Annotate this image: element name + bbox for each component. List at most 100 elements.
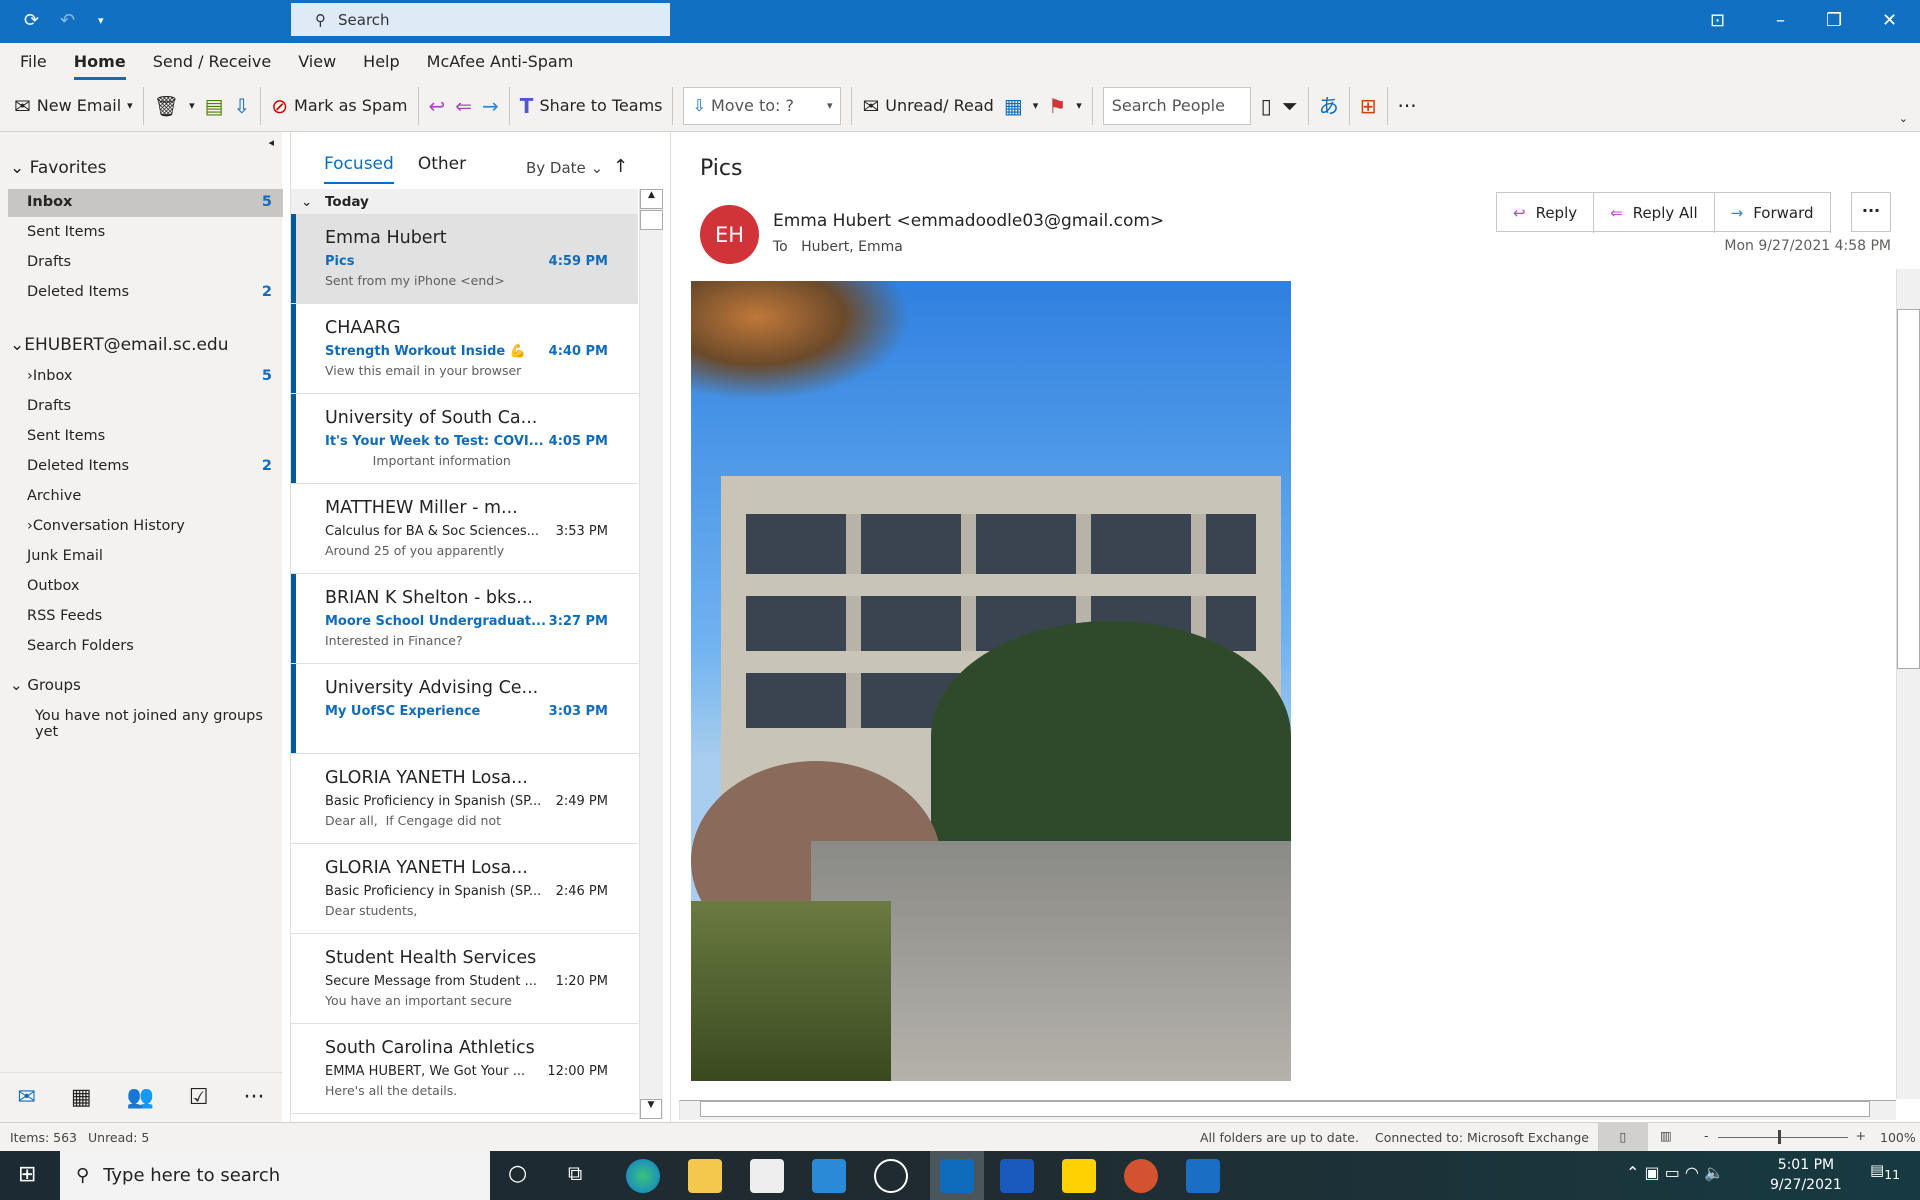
categorize-icon[interactable]: ▦ — [1004, 96, 1023, 116]
tab-file[interactable]: File — [20, 52, 47, 71]
sort-direction-icon[interactable]: ↑ — [613, 156, 628, 177]
sticky-notes-icon[interactable] — [1062, 1159, 1096, 1193]
cortana-icon[interactable]: ○ — [508, 1161, 527, 1186]
avatar[interactable]: EH — [700, 205, 759, 264]
people-icon[interactable]: 👥 — [127, 1085, 154, 1110]
tab-other[interactable]: Other — [418, 154, 466, 184]
tab-help[interactable]: Help — [363, 52, 399, 71]
forward-icon[interactable]: → — [482, 96, 499, 116]
folder-inbox[interactable]: ›Inbox 5 — [27, 368, 272, 384]
folder-deleted-items[interactable]: Deleted Items 2 — [27, 458, 272, 474]
scroll-thumb[interactable] — [1897, 309, 1920, 669]
sort-dropdown[interactable]: By Date ⌄ — [526, 159, 603, 177]
quick-access-dropdown-icon[interactable]: ▾ — [98, 14, 104, 27]
edge-icon[interactable] — [626, 1159, 660, 1193]
photos-icon[interactable] — [1186, 1159, 1220, 1193]
attached-photo[interactable] — [691, 281, 1291, 1081]
undo-icon[interactable]: ↶ — [60, 10, 75, 31]
taskbar-search[interactable]: ⚲ Type here to search — [60, 1151, 490, 1200]
sync-icon[interactable]: ⟳ — [24, 10, 39, 31]
translate-icon[interactable]: あ — [1319, 96, 1339, 116]
mark-as-spam-button[interactable]: ⊘ Mark as Spam — [271, 96, 407, 116]
move-icon[interactable]: ⇩ — [234, 96, 251, 116]
filter-email-icon[interactable]: ⏷ — [1282, 96, 1298, 116]
zoom-slider[interactable]: - + — [1704, 1128, 1866, 1146]
search-people-input[interactable]: Search People — [1102, 86, 1251, 125]
archive-icon[interactable]: ▤ — [205, 96, 224, 116]
favorite-drafts[interactable]: Drafts — [27, 254, 272, 270]
word-icon[interactable] — [1000, 1159, 1034, 1193]
move-to-dropdown[interactable]: ⇩ Move to: ? ▾ — [683, 86, 842, 125]
expand-ribbon-icon[interactable]: ⌄ — [1899, 112, 1908, 125]
message-item[interactable]: BRIAN K Shelton - bks... Moore School Und… — [291, 574, 638, 664]
more-actions-button[interactable]: ··· — [1851, 192, 1891, 232]
restore-icon[interactable]: ❐ — [1826, 10, 1842, 31]
outlook-icon[interactable] — [940, 1159, 974, 1193]
message-item[interactable]: GLORIA YANETH Losa... Basic Proficiency i… — [291, 844, 638, 934]
message-item[interactable]: University Advising Ce... My UofSC Experi… — [291, 664, 638, 754]
folder-rss-feeds[interactable]: RSS Feeds — [27, 608, 272, 624]
folder-conversation-history[interactable]: ›Conversation History — [27, 518, 272, 534]
calendar-icon[interactable]: ▦ — [71, 1085, 92, 1110]
reply-all-button[interactable]: ⇐ Reply All — [1594, 193, 1715, 233]
favorite-deleted-items[interactable]: Deleted Items 2 — [27, 284, 272, 300]
tray-icons[interactable]: ⌃ ▣ ▭ ◠ 🔈 — [1626, 1163, 1724, 1182]
more-commands-icon[interactable]: ··· — [1398, 96, 1417, 116]
close-icon[interactable]: ✕ — [1882, 10, 1897, 31]
groups-header[interactable]: ⌄ Groups — [10, 676, 81, 694]
file-explorer-icon[interactable] — [688, 1159, 722, 1193]
list-scrollbar[interactable]: ▲ ▼ — [639, 189, 663, 1119]
folder-sent-items[interactable]: Sent Items — [27, 428, 272, 444]
reply-button[interactable]: ↩ Reply — [1497, 193, 1595, 233]
sender[interactable]: Emma Hubert <emmadoodle03@gmail.com> — [773, 211, 1164, 231]
reading-view-icon[interactable]: ▥ — [1660, 1128, 1672, 1143]
folder-drafts[interactable]: Drafts — [27, 398, 272, 414]
unread-read-button[interactable]: ✉ Unread/ Read — [862, 96, 993, 116]
collapse-pane-icon[interactable]: ◂ — [268, 136, 274, 149]
horizontal-scrollbar[interactable] — [679, 1100, 1896, 1120]
group-header-today[interactable]: ⌄ Today — [291, 189, 638, 214]
delete-icon[interactable]: 🗑 — [154, 96, 179, 116]
minimize-icon[interactable]: – — [1776, 10, 1785, 31]
folder-search-folders[interactable]: Search Folders — [27, 638, 272, 654]
favorites-header[interactable]: ⌄ Favorites — [10, 158, 106, 178]
message-item[interactable]: CHAARG Strength Workout Inside 💪 4:40 PM Vi… — [291, 304, 638, 394]
favorite-sent-items[interactable]: Sent Items — [27, 224, 272, 240]
message-item[interactable]: Emma Hubert Pics 4:59 PM Sent from my iPhon… — [291, 214, 638, 304]
tab-mcafee[interactable]: McAfee Anti-Spam — [427, 52, 574, 71]
get-addins-icon[interactable]: ⊞ — [1360, 96, 1377, 116]
normal-view-icon[interactable]: ▯ — [1598, 1123, 1648, 1151]
tasks-icon[interactable]: ☑ — [189, 1085, 209, 1110]
dell-icon[interactable] — [874, 1159, 908, 1193]
folder-outbox[interactable]: Outbox — [27, 578, 272, 594]
address-book-icon[interactable]: ▯ — [1261, 96, 1272, 116]
scroll-thumb[interactable] — [640, 210, 663, 230]
message-item[interactable]: MATTHEW Miller - m... Calculus for BA & S… — [291, 484, 638, 574]
task-view-icon[interactable]: ⧉ — [568, 1161, 582, 1185]
reading-scrollbar[interactable] — [1896, 269, 1920, 1099]
more-apps-icon[interactable]: ··· — [244, 1085, 265, 1110]
favorite-inbox[interactable]: Inbox 5 — [27, 194, 272, 210]
forward-button[interactable]: → Forward — [1715, 193, 1831, 233]
account-header[interactable]: ⌄EHUBERT@email.sc.edu — [10, 335, 229, 355]
tab-home[interactable]: Home — [73, 52, 126, 80]
message-item[interactable]: GLORIA YANETH Losa... Basic Proficiency i… — [291, 754, 638, 844]
message-item[interactable]: University of South Ca... It's Your Week … — [291, 394, 638, 484]
message-item[interactable]: Student Health Services Secure Message fr… — [291, 934, 638, 1024]
folder-junk-email[interactable]: Junk Email — [27, 548, 272, 564]
message-item[interactable]: South Carolina Athletics EMMA HUBERT, We … — [291, 1024, 638, 1114]
new-email-button[interactable]: ✉ New Email ▾ — [14, 96, 133, 116]
reply-all-icon[interactable]: ⇐ — [455, 96, 472, 116]
tab-view[interactable]: View — [298, 52, 336, 71]
powerpoint-icon[interactable] — [1124, 1159, 1158, 1193]
reply-icon[interactable]: ↩ — [429, 96, 446, 116]
tab-focused[interactable]: Focused — [324, 154, 394, 184]
store-icon[interactable] — [750, 1159, 784, 1193]
notifications-icon[interactable]: ▤11 — [1870, 1161, 1900, 1182]
folder-archive[interactable]: Archive — [27, 488, 272, 504]
flag-icon[interactable]: ⚑ — [1048, 96, 1066, 116]
share-to-teams-button[interactable]: T Share to Teams — [520, 96, 663, 116]
mail-app-icon[interactable] — [812, 1159, 846, 1193]
windows-start-icon[interactable]: ⊞ — [18, 1162, 36, 1187]
mail-icon[interactable]: ✉ — [17, 1085, 35, 1110]
